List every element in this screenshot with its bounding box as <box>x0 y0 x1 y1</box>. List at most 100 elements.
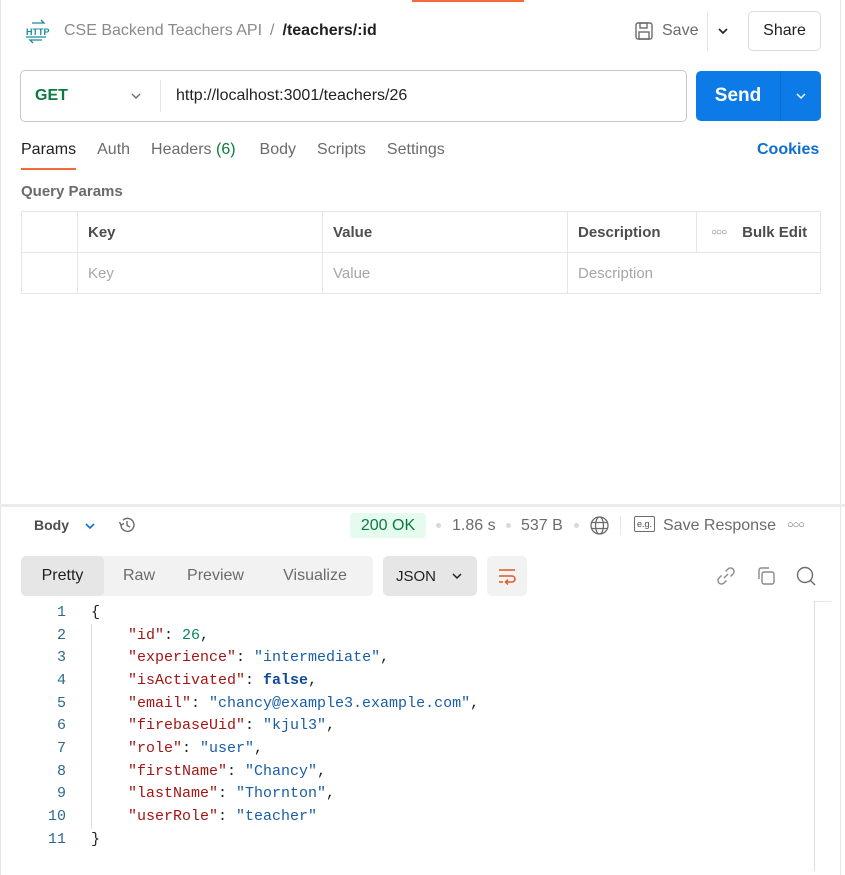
view-tab-raw[interactable]: Raw <box>104 556 174 596</box>
json-entry: "lastName": "Thornton", <box>91 785 335 802</box>
json-value: "Chancy" <box>245 762 318 780</box>
save-button[interactable]: Save <box>634 18 698 44</box>
tab-headers[interactable]: Headers (6) <box>151 141 236 169</box>
chevron-down-icon[interactable] <box>82 518 98 534</box>
table-header-row: Key Value Description ○○○ Bulk Edit <box>22 212 820 253</box>
method-select[interactable]: GET <box>21 71 160 121</box>
copy-icon[interactable] <box>755 565 777 587</box>
url-input[interactable] <box>161 71 686 121</box>
json-comma: , <box>308 671 318 689</box>
separator-dot <box>574 523 579 528</box>
share-button[interactable]: Share <box>748 11 821 51</box>
value-cell <box>323 253 568 294</box>
json-key: "role" <box>128 739 183 757</box>
line-number: 8 <box>56 762 66 780</box>
json-colon: : <box>245 717 264 735</box>
editor-scrollbar[interactable] <box>814 601 815 871</box>
save-response-button[interactable]: Save Response <box>663 517 776 535</box>
key-input[interactable] <box>88 265 322 282</box>
response-size[interactable]: 537 B <box>521 517 563 535</box>
json-key: "experience" <box>128 649 237 667</box>
view-tab-preview[interactable]: Preview <box>174 556 257 596</box>
json-colon: : <box>218 808 237 826</box>
wrap-lines-button[interactable] <box>487 556 527 596</box>
json-entry: "userRole": "teacher" <box>91 808 317 825</box>
description-input[interactable] <box>578 265 820 282</box>
close-brace: } <box>91 830 101 848</box>
response-time[interactable]: 1.86 s <box>452 517 496 535</box>
response-body-editor[interactable]: 1 { 2 "id": 26, 3 "experience": "interme… <box>0 601 830 851</box>
save-options-chevron-icon[interactable] <box>714 22 732 40</box>
send-options-button[interactable] <box>781 71 821 121</box>
tab-body[interactable]: Body <box>260 141 296 169</box>
json-comma: , <box>380 649 390 667</box>
svg-text:HTTP: HTTP <box>26 27 50 37</box>
tab-scripts[interactable]: Scripts <box>317 141 366 169</box>
line-number: 11 <box>47 830 66 848</box>
view-tab-pretty[interactable]: Pretty <box>21 556 104 596</box>
json-comma: , <box>470 694 480 712</box>
code-line: 4 "isActivated": false, <box>0 669 830 692</box>
save-label: Save <box>662 22 699 39</box>
pane-resize-handle[interactable] <box>0 504 845 507</box>
tab-settings[interactable]: Settings <box>387 141 445 169</box>
json-value: "teacher" <box>236 808 318 826</box>
checkbox-column <box>22 212 78 252</box>
breadcrumb-collection[interactable]: CSE Backend Teachers API <box>64 22 262 40</box>
json-key: "userRole" <box>128 808 219 826</box>
search-icon[interactable] <box>795 565 817 587</box>
column-header-value: Value <box>323 212 568 252</box>
wrap-lines-icon <box>499 569 516 585</box>
cookies-link[interactable]: Cookies <box>757 141 819 159</box>
open-brace: { <box>91 603 101 621</box>
more-options-icon[interactable]: ○○○ <box>787 519 805 531</box>
tab-auth[interactable]: Auth <box>97 141 130 169</box>
json-value: "chancy@example3.example.com" <box>209 694 471 712</box>
json-entry: "firebaseUid": "kjul3", <box>91 717 335 734</box>
chevron-down-icon <box>796 93 806 100</box>
response-view-tabs: Pretty Raw Preview Visualize <box>21 556 373 596</box>
json-value: 26 <box>182 626 201 644</box>
json-colon: : <box>236 649 255 667</box>
format-label: JSON <box>396 567 437 585</box>
json-entry: "role": "user", <box>91 740 263 757</box>
json-entry: "email": "chancy@example3.example.com", <box>91 695 479 712</box>
window-border-right <box>840 0 841 875</box>
response-body-dropdown[interactable]: Body <box>34 517 69 533</box>
json-colon: : <box>191 694 210 712</box>
request-name[interactable]: /teachers/:id <box>283 22 377 40</box>
chevron-down-icon <box>131 93 141 99</box>
json-comma: , <box>200 626 210 644</box>
code-line: 10 "userRole": "teacher" <box>0 805 830 828</box>
json-key: "email" <box>128 694 192 712</box>
json-colon: : <box>218 785 237 803</box>
code-line: 3 "experience": "intermediate", <box>0 646 830 669</box>
json-colon: : <box>227 762 246 780</box>
globe-icon[interactable] <box>589 515 610 536</box>
view-tab-visualize[interactable]: Visualize <box>257 556 373 596</box>
json-value: "user" <box>200 739 255 757</box>
code-line: 5 "email": "chancy@example3.example.com"… <box>0 692 830 715</box>
chevron-down-icon <box>452 573 462 580</box>
format-select[interactable]: JSON <box>383 556 477 596</box>
line-number: 2 <box>56 626 66 644</box>
headers-count: (6) <box>215 141 236 158</box>
code-line: 2 "id": 26, <box>0 624 830 647</box>
bulk-edit-button[interactable]: ○○○ Bulk Edit <box>697 212 820 252</box>
value-input[interactable] <box>333 265 567 282</box>
json-comma: , <box>326 717 336 735</box>
tab-params[interactable]: Params <box>21 141 77 170</box>
send-button[interactable]: Send <box>696 71 780 121</box>
status-badge[interactable]: 200 OK <box>350 513 426 538</box>
link-icon[interactable] <box>715 565 737 587</box>
json-key: "lastName" <box>128 785 219 803</box>
breadcrumb: CSE Backend Teachers API / /teachers/:id <box>64 22 377 40</box>
history-icon[interactable] <box>117 515 137 535</box>
line-number: 5 <box>56 694 66 712</box>
line-number: 7 <box>56 739 66 757</box>
json-value: "Thornton" <box>236 785 327 803</box>
separator-dot <box>436 523 441 528</box>
http-icon: HTTP <box>26 19 50 44</box>
line-number: 3 <box>56 649 66 667</box>
json-entry: "id": 26, <box>91 627 209 644</box>
